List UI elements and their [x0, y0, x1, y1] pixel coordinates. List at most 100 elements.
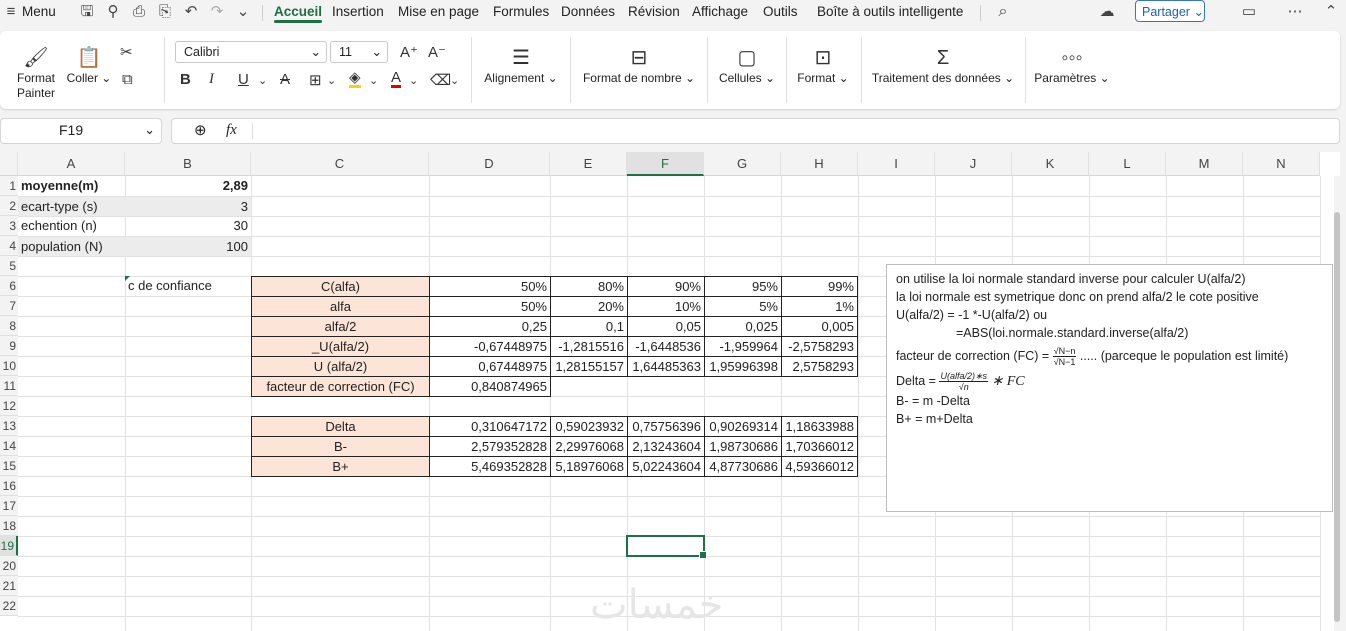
column-header-k[interactable]: K: [1012, 152, 1089, 176]
cell-c15[interactable]: B+: [251, 456, 430, 477]
number-format-button[interactable]: ⊟ Format de nombre ⌄: [578, 45, 700, 85]
cell-a1[interactable]: moyenne(m): [18, 176, 125, 196]
fx-icon[interactable]: fx: [226, 122, 237, 139]
row-header-10[interactable]: 10: [0, 356, 18, 376]
chevron-down-icon[interactable]: ⌄: [258, 74, 267, 87]
column-header-i[interactable]: I: [858, 152, 935, 176]
underline-icon[interactable]: U: [238, 71, 249, 88]
cell-g7[interactable]: 5%: [704, 296, 782, 317]
column-header-d[interactable]: D: [429, 152, 550, 176]
cell-h10[interactable]: 2,5758293: [781, 356, 858, 377]
alignment-button[interactable]: ☰ Alignement ⌄: [480, 45, 562, 85]
calendar-icon[interactable]: ▭: [1240, 3, 1258, 21]
copy-icon[interactable]: ⧉: [122, 71, 133, 88]
cell-d14[interactable]: 2,579352828: [429, 436, 551, 457]
cell-c8[interactable]: alfa/2: [251, 316, 430, 337]
cell-f10[interactable]: 1,64485363: [627, 356, 705, 377]
cell-d10[interactable]: 0,67448975: [429, 356, 551, 377]
cut-icon[interactable]: ✂: [120, 43, 133, 61]
format-painter-button[interactable]: 🖌 Format Painter: [10, 45, 62, 101]
row-header-1[interactable]: 1: [0, 176, 18, 196]
cell-c14[interactable]: B-: [251, 436, 430, 457]
decrease-font-icon[interactable]: A⁻: [428, 43, 446, 61]
font-name-select[interactable]: Calibri ⌄: [175, 41, 327, 63]
cell-g9[interactable]: -1,959964: [704, 336, 782, 357]
cell-c9[interactable]: _U(alfa/2): [251, 336, 430, 357]
cell-e13[interactable]: 0,59023932: [550, 416, 628, 437]
tab-accueil[interactable]: Accueil: [274, 4, 323, 23]
row-header-12[interactable]: 12: [0, 396, 18, 416]
strikethrough-icon[interactable]: A: [280, 71, 290, 88]
selected-cell-f19[interactable]: [626, 535, 707, 559]
cell-f14[interactable]: 2,13243604: [627, 436, 705, 457]
cell-d7[interactable]: 50%: [429, 296, 551, 317]
cell-c11[interactable]: facteur de correction (FC): [251, 376, 430, 397]
row-header-11[interactable]: 11: [0, 376, 18, 396]
vertical-scrollbar[interactable]: [1334, 176, 1340, 631]
cell-c10[interactable]: U (alfa/2): [251, 356, 430, 377]
row-header-19[interactable]: 19: [0, 536, 18, 556]
borders-icon[interactable]: ⊞: [309, 71, 322, 89]
row-header-18[interactable]: 18: [0, 516, 18, 536]
tab-formules[interactable]: Formules: [493, 4, 549, 19]
cell-f8[interactable]: 0,05: [627, 316, 705, 337]
paste-button[interactable]: 📋 Coller ⌄: [64, 45, 114, 85]
tab-insertion[interactable]: Insertion: [332, 4, 384, 19]
cell-b6[interactable]: c de confiance: [125, 276, 251, 296]
cell-e8[interactable]: 0,1: [550, 316, 628, 337]
redo-icon[interactable]: ↷: [208, 3, 226, 21]
cell-h7[interactable]: 1%: [781, 296, 858, 317]
cell-f13[interactable]: 0,75756396: [627, 416, 705, 437]
cell-f6[interactable]: 90%: [627, 276, 705, 297]
cell-f15[interactable]: 5,02243604: [627, 456, 705, 477]
cell-d9[interactable]: -0,67448975: [429, 336, 551, 357]
row-header-4[interactable]: 4: [0, 236, 18, 256]
cell-h9[interactable]: -2,5758293: [781, 336, 858, 357]
row-header-6[interactable]: 6: [0, 276, 18, 296]
row-header-8[interactable]: 8: [0, 316, 18, 336]
row-header-14[interactable]: 14: [0, 436, 18, 456]
cell-d11[interactable]: 0,840874965: [429, 376, 551, 397]
cell-h6[interactable]: 99%: [781, 276, 858, 297]
format-button[interactable]: ⊡ Format ⌄: [793, 45, 853, 85]
cells-button[interactable]: ▢ Cellules ⌄: [714, 45, 780, 85]
cell-b3[interactable]: 30: [125, 216, 251, 236]
zoom-icon[interactable]: ⊕: [194, 121, 207, 139]
cell-e15[interactable]: 5,18976068: [550, 456, 628, 477]
chevron-down-icon[interactable]: ⌄: [327, 74, 336, 87]
cell-g10[interactable]: 1,95996398: [704, 356, 782, 377]
select-all-corner[interactable]: [0, 152, 18, 176]
cell-d6[interactable]: 50%: [429, 276, 551, 297]
row-header-13[interactable]: 13: [0, 416, 18, 436]
column-header-h[interactable]: H: [781, 152, 858, 176]
cell-e10[interactable]: 1,28155157: [550, 356, 628, 377]
menu-label[interactable]: Menu: [22, 4, 56, 19]
cloud-icon[interactable]: ☁: [1098, 3, 1116, 21]
cell-h15[interactable]: 4,59366012: [781, 456, 858, 477]
cell-g8[interactable]: 0,025: [704, 316, 782, 337]
cell-e6[interactable]: 80%: [550, 276, 628, 297]
data-processing-button[interactable]: Σ Traitement des données ⌄: [868, 45, 1018, 85]
cell-g15[interactable]: 4,87730686: [704, 456, 782, 477]
row-header-9[interactable]: 9: [0, 336, 18, 356]
eraser-icon[interactable]: ⌫: [430, 71, 451, 89]
cell-h13[interactable]: 1,18633988: [781, 416, 858, 437]
spreadsheet-grid[interactable]: A B C D E F G H I J K L M N 1 2 3 4 5 6 …: [0, 152, 1340, 631]
column-header-n[interactable]: N: [1243, 152, 1320, 176]
increase-font-icon[interactable]: A⁺: [400, 43, 418, 61]
row-header-16[interactable]: 16: [0, 476, 18, 496]
chevron-down-icon[interactable]: ⌄: [450, 74, 459, 87]
tab-donnees[interactable]: Données: [561, 4, 615, 19]
cell-e7[interactable]: 20%: [550, 296, 628, 317]
scrollbar-thumb[interactable]: [1334, 212, 1340, 622]
tab-affichage[interactable]: Affichage: [692, 4, 748, 19]
tab-revision[interactable]: Révision: [628, 4, 680, 19]
cell-d8[interactable]: 0,25: [429, 316, 551, 337]
column-header-a[interactable]: A: [18, 152, 125, 176]
column-header-j[interactable]: J: [935, 152, 1012, 176]
print-icon[interactable]: ⎙: [130, 3, 148, 21]
search-icon[interactable]: ⌕: [994, 3, 1012, 21]
hamburger-icon[interactable]: ≡: [2, 3, 20, 21]
cell-c7[interactable]: alfa: [251, 296, 430, 317]
bold-icon[interactable]: B: [180, 71, 191, 88]
